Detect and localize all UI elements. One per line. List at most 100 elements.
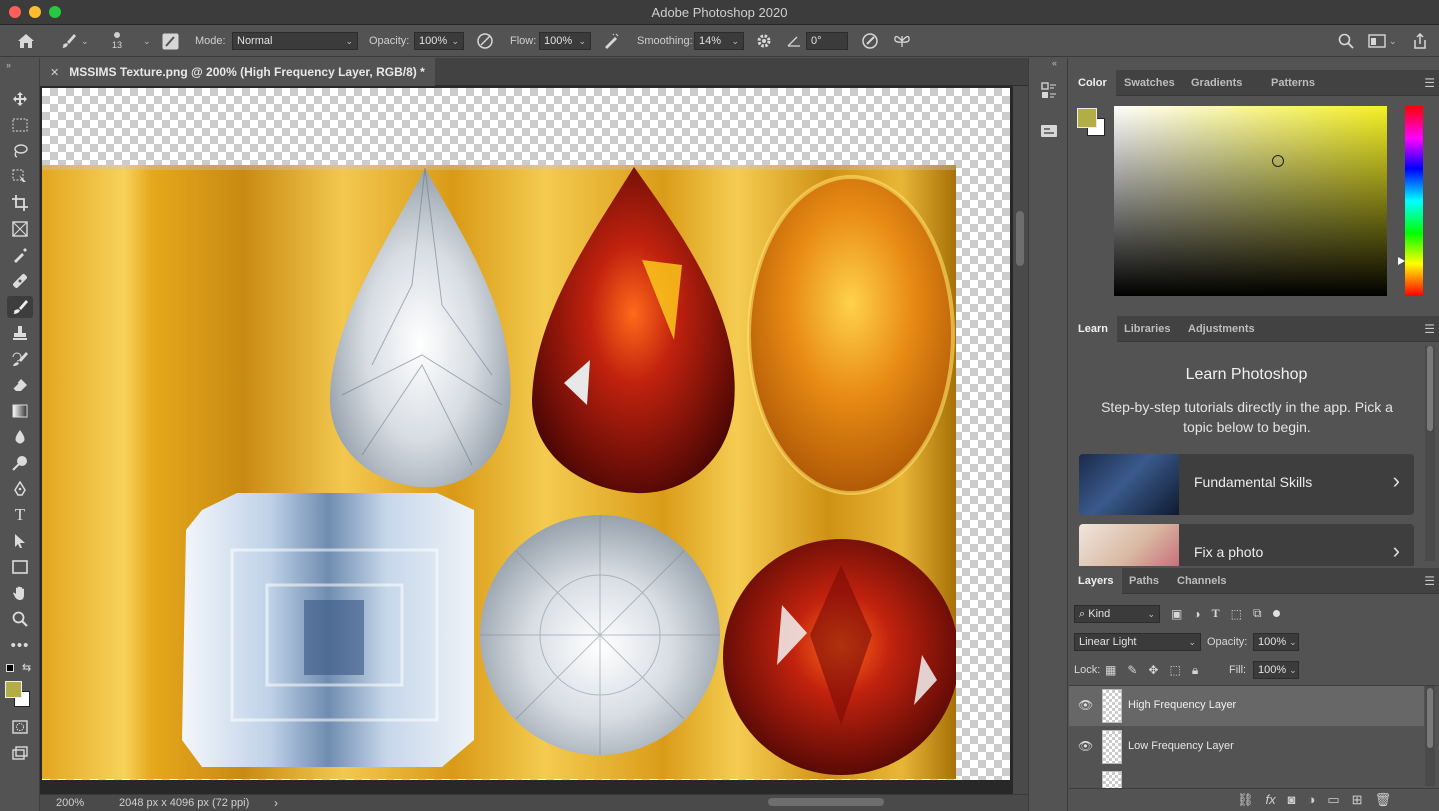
- close-tab-icon[interactable]: ✕: [50, 66, 59, 79]
- pressure-size-icon[interactable]: [861, 25, 879, 57]
- panel-menu-icon[interactable]: ☰: [1424, 322, 1435, 336]
- search-icon[interactable]: [1338, 25, 1354, 57]
- brush-preset-icon[interactable]: ⌄: [60, 25, 89, 57]
- tab-channels[interactable]: Channels: [1168, 568, 1236, 594]
- lasso-tool-icon[interactable]: [7, 140, 33, 162]
- history-brush-tool-icon[interactable]: [7, 348, 33, 370]
- new-group-folder-icon[interactable]: ▭: [1327, 792, 1339, 808]
- filter-toggle-icon[interactable]: [1272, 610, 1280, 617]
- filter-pixel-icon[interactable]: ▣: [1171, 607, 1182, 621]
- link-layers-icon[interactable]: ⛓︎: [1237, 792, 1254, 808]
- learn-scrollbar[interactable]: [1425, 346, 1435, 561]
- collapse-toolbar-icon[interactable]: »: [6, 60, 11, 70]
- color-field[interactable]: [1114, 106, 1387, 296]
- vertical-scroll-thumb[interactable]: [1016, 211, 1024, 266]
- clone-stamp-tool-icon[interactable]: [7, 322, 33, 344]
- layer-name[interactable]: Low Frequency Layer: [1128, 740, 1234, 752]
- filter-adjustment-icon[interactable]: ◑: [1193, 607, 1200, 621]
- tab-swatches[interactable]: Swatches: [1115, 70, 1184, 96]
- eye-visibility-icon[interactable]: 👁︎: [1078, 698, 1093, 712]
- color-picker-cursor[interactable]: [1272, 155, 1284, 167]
- brush-size-caret-icon[interactable]: ⌄: [143, 36, 151, 47]
- workspace-caret-icon[interactable]: ⌄: [1389, 36, 1397, 47]
- document-tab[interactable]: ✕ MSSIMS Texture.png @ 200% (High Freque…: [40, 58, 435, 86]
- foreground-color-chip[interactable]: [1077, 108, 1097, 128]
- dodge-tool-icon[interactable]: [7, 452, 33, 474]
- pen-tool-icon[interactable]: [7, 478, 33, 500]
- learn-card-fundamental-skills[interactable]: Fundamental Skills ›: [1079, 454, 1414, 515]
- move-tool-icon[interactable]: [7, 88, 33, 110]
- lock-image-pixels-icon[interactable]: ✎: [1127, 663, 1137, 678]
- pressure-opacity-icon[interactable]: [476, 25, 494, 57]
- layer-opacity-field[interactable]: 100% ⌄: [1253, 633, 1299, 651]
- eye-visibility-icon[interactable]: 👁︎: [1078, 739, 1093, 753]
- zoom-tool-icon[interactable]: [7, 608, 33, 630]
- more-tools-icon[interactable]: •••: [7, 634, 33, 656]
- tab-libraries[interactable]: Libraries: [1115, 316, 1179, 342]
- fill-field[interactable]: 100% ⌄: [1253, 661, 1299, 679]
- brush-settings-icon[interactable]: [162, 25, 179, 57]
- filter-shape-icon[interactable]: ⬚: [1231, 607, 1242, 621]
- layer-row-low-frequency[interactable]: 👁︎ Low Frequency Layer: [1069, 727, 1424, 767]
- layer-row-high-frequency[interactable]: 👁︎ High Frequency Layer: [1069, 686, 1424, 726]
- foreground-color-swatch[interactable]: [5, 681, 22, 698]
- tab-learn[interactable]: Learn: [1069, 316, 1117, 342]
- layers-scrollbar[interactable]: [1425, 686, 1435, 786]
- workspace-icon[interactable]: ⌄: [1368, 25, 1397, 57]
- history-panel-icon[interactable]: [1040, 82, 1058, 103]
- home-icon[interactable]: [17, 25, 35, 57]
- zoom-level[interactable]: 200%: [56, 797, 84, 809]
- properties-panel-icon[interactable]: [1040, 122, 1058, 143]
- airbrush-icon[interactable]: [602, 25, 620, 57]
- layer-filter-select[interactable]: ⌕ Kind ⌄: [1074, 605, 1160, 623]
- path-selection-tool-icon[interactable]: [7, 530, 33, 552]
- tab-color[interactable]: Color: [1069, 70, 1116, 96]
- new-layer-icon[interactable]: ⊞: [1352, 792, 1363, 808]
- collapse-panels-icon[interactable]: «: [1052, 58, 1057, 68]
- smoothing-field[interactable]: 14% ⌄: [694, 32, 744, 50]
- brush-preset-caret-icon[interactable]: ⌄: [81, 36, 89, 47]
- gem-texture-image[interactable]: [42, 165, 956, 779]
- panel-menu-icon[interactable]: ☰: [1424, 76, 1435, 90]
- quick-mask-icon[interactable]: [7, 716, 33, 738]
- smoothing-settings-gear-icon[interactable]: [756, 25, 772, 57]
- rectangle-tool-icon[interactable]: [7, 556, 33, 578]
- opacity-field[interactable]: 100% ⌄: [414, 32, 464, 50]
- layers-scroll-thumb[interactable]: [1427, 688, 1433, 748]
- object-selection-tool-icon[interactable]: [7, 166, 33, 188]
- screen-mode-icon[interactable]: [7, 742, 33, 764]
- tab-gradients[interactable]: Gradients: [1182, 70, 1251, 96]
- mode-select[interactable]: Normal ⌄: [232, 32, 358, 50]
- gradient-tool-icon[interactable]: [7, 400, 33, 422]
- frame-tool-icon[interactable]: [7, 218, 33, 240]
- hand-tool-icon[interactable]: [7, 582, 33, 604]
- vertical-scrollbar[interactable]: [1013, 86, 1028, 794]
- tab-adjustments[interactable]: Adjustments: [1179, 316, 1264, 342]
- swap-colors-icon[interactable]: ⇆: [22, 661, 31, 674]
- eyedropper-tool-icon[interactable]: [7, 244, 33, 266]
- brush-tool-icon[interactable]: [7, 296, 33, 318]
- layer-style-fx-icon[interactable]: fx: [1266, 792, 1276, 808]
- tab-paths[interactable]: Paths: [1120, 568, 1168, 594]
- filter-smart-object-icon[interactable]: ⧉: [1253, 606, 1262, 621]
- healing-brush-tool-icon[interactable]: [7, 270, 33, 292]
- lock-all-icon[interactable]: 🔒︎: [1192, 663, 1198, 678]
- flow-field[interactable]: 100% ⌄: [539, 32, 591, 50]
- brush-size-picker[interactable]: 13: [112, 25, 122, 57]
- blur-tool-icon[interactable]: [7, 426, 33, 448]
- new-adjustment-layer-icon[interactable]: ◑: [1308, 792, 1316, 808]
- lock-artboard-icon[interactable]: ⬚: [1169, 663, 1180, 678]
- tab-patterns[interactable]: Patterns: [1262, 70, 1324, 96]
- learn-card-fix-a-photo[interactable]: Fix a photo ›: [1079, 524, 1414, 566]
- learn-scroll-thumb[interactable]: [1427, 346, 1433, 431]
- delete-layer-trash-icon[interactable]: 🗑︎: [1375, 792, 1392, 808]
- crop-tool-icon[interactable]: [7, 192, 33, 214]
- status-menu-icon[interactable]: ›: [274, 796, 278, 810]
- type-tool-icon[interactable]: T: [7, 504, 33, 526]
- layer-row-partial[interactable]: [1069, 768, 1424, 788]
- default-colors-icon[interactable]: [6, 664, 14, 672]
- filter-type-icon[interactable]: T: [1212, 606, 1220, 621]
- symmetry-butterfly-icon[interactable]: [893, 25, 911, 57]
- blend-mode-select[interactable]: Linear Light ⌄: [1074, 633, 1201, 651]
- layer-name[interactable]: High Frequency Layer: [1128, 699, 1236, 711]
